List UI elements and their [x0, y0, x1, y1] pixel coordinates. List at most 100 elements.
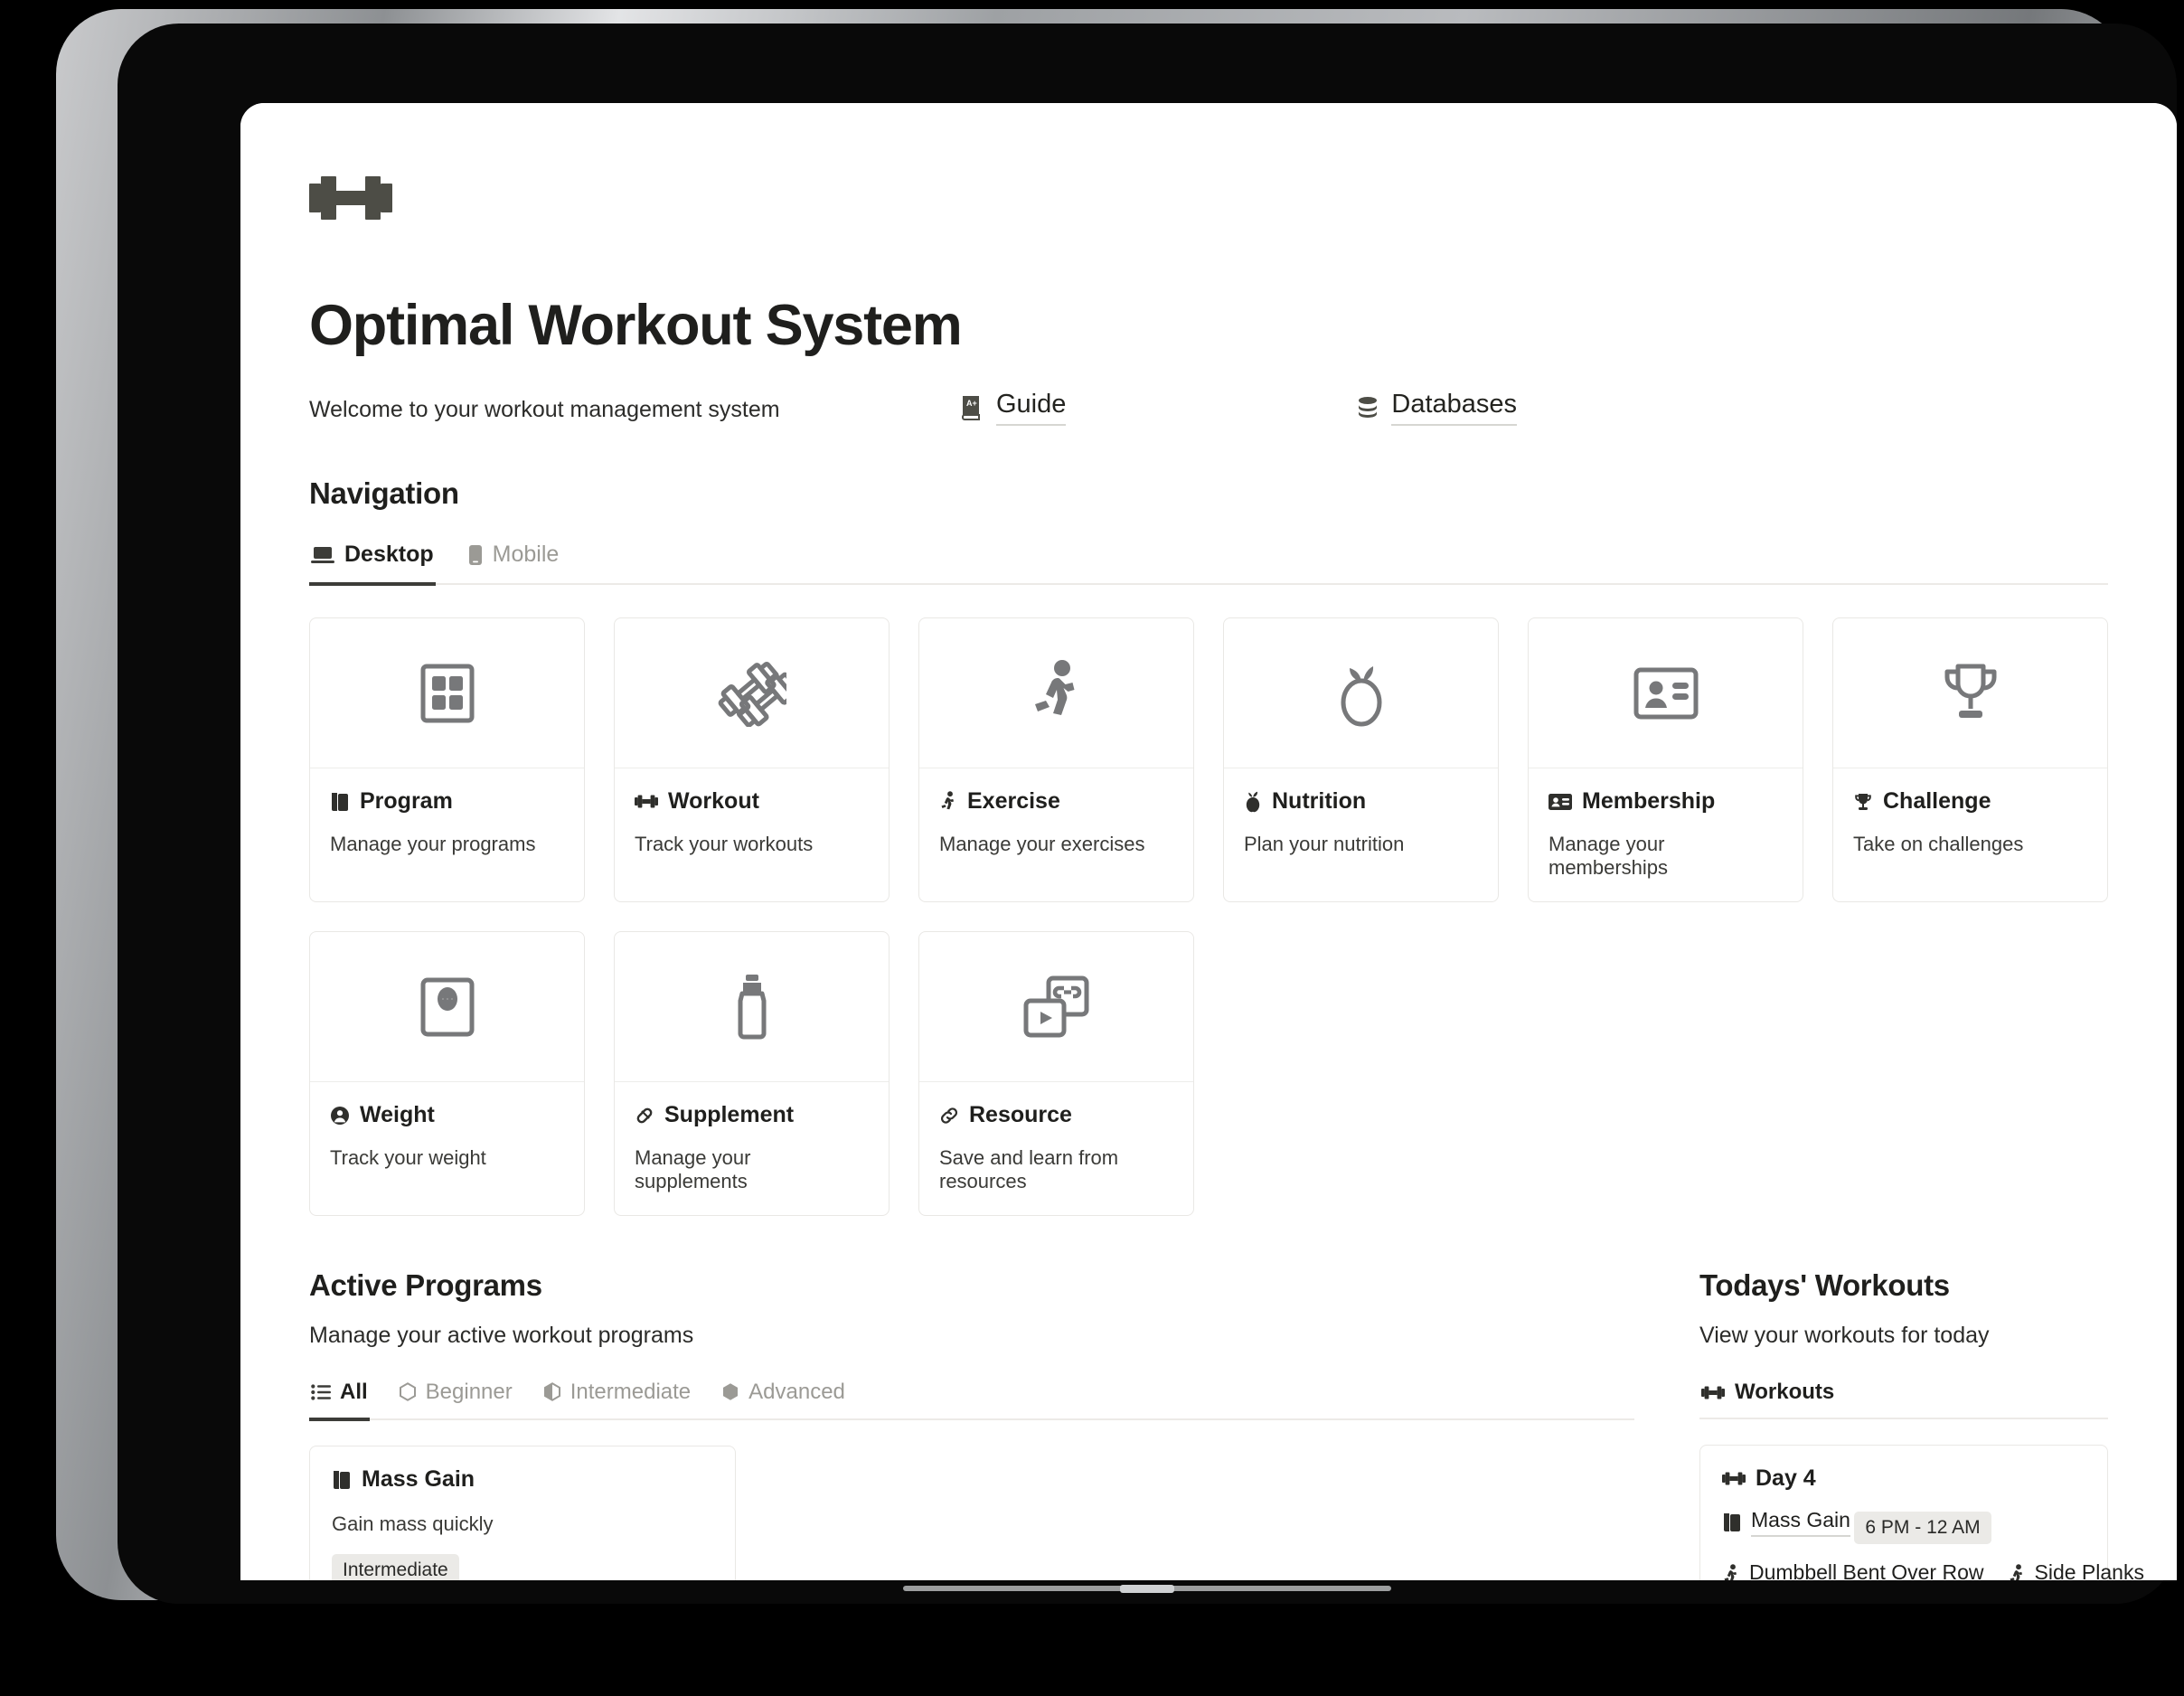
page-title: Optimal Workout System	[309, 294, 963, 357]
nav-card-weight-name-row: Weight	[330, 1102, 564, 1128]
workout-card-program-link[interactable]: Mass Gain	[1722, 1508, 1850, 1538]
active-programs-title: Active Programs	[309, 1268, 542, 1303]
navigation-card-grid: Program Manage your programs Workout Tra…	[309, 617, 2108, 1217]
guide-link[interactable]: A+ Guide	[960, 390, 1067, 427]
workout-card-program-label: Mass Gain	[1751, 1508, 1850, 1538]
workout-exercise-item[interactable]: Dumbbell Bent Over Row	[1722, 1560, 1984, 1580]
tab-mobile[interactable]: Mobile	[466, 534, 561, 586]
active-programs-subtitle: Manage your active workout programs	[309, 1323, 694, 1349]
nav-card-program-meta: Program Manage your programs	[310, 768, 584, 878]
trophy-icon	[1853, 792, 1873, 812]
workout-card-day-4[interactable]: Day 4 Mass Gain 6 PM - 12 AM Dumbbell Be…	[1699, 1445, 2144, 1580]
nav-card-program[interactable]: Program Manage your programs	[309, 617, 585, 903]
nav-card-weight-label: Weight	[360, 1102, 435, 1128]
nav-card-nutrition-label: Nutrition	[1272, 788, 1367, 815]
nav-card-weight[interactable]: Weight Track your weight	[309, 931, 585, 1217]
app-page: Optimal Workout System Welcome to your w…	[240, 103, 2177, 1580]
dumbbell-icon	[309, 148, 410, 248]
filter-tab-advanced-label: Advanced	[748, 1380, 845, 1405]
nav-card-membership-meta: Membership Manage your memberships	[1529, 768, 1803, 901]
header-subtitle-row: Welcome to your workout management syste…	[309, 390, 2108, 427]
database-icon	[1355, 395, 1380, 420]
nav-card-program-label: Program	[360, 788, 453, 815]
workout-exercise-item[interactable]: Side Planks	[2008, 1560, 2144, 1580]
runner-icon	[919, 618, 1193, 769]
guide-link-label: Guide	[996, 390, 1067, 427]
nav-card-nutrition-meta: Nutrition Plan your nutrition	[1224, 768, 1498, 878]
nav-card-exercise-name-row: Exercise	[939, 788, 1173, 815]
page-content: Optimal Workout System Welcome to your w…	[240, 103, 2177, 1580]
nav-card-workout[interactable]: Workout Track your workouts	[614, 617, 890, 903]
nav-card-membership-label: Membership	[1582, 788, 1716, 815]
pages-icon	[330, 791, 350, 813]
tablet-screen: Optimal Workout System Welcome to your w…	[240, 103, 2177, 1580]
nav-card-exercise[interactable]: Exercise Manage your exercises	[918, 617, 1194, 903]
nav-card-membership[interactable]: Membership Manage your memberships	[1528, 617, 1803, 903]
id-card-icon	[1529, 618, 1803, 769]
tablet-bezel: Optimal Workout System Welcome to your w…	[118, 24, 2177, 1604]
navigation-tabs: Desktop Mobile	[309, 534, 2108, 587]
navigation-section-title: Navigation	[309, 476, 459, 511]
active-programs-filter-tabs: All Beginner Intermediate Advanced	[309, 1374, 1634, 1422]
screenshot-stage: Optimal Workout System Welcome to your w…	[0, 0, 2184, 1696]
nav-card-exercise-label: Exercise	[967, 788, 1060, 815]
nav-card-supplement-name-row: Supplement	[635, 1102, 869, 1128]
nav-card-challenge-name-row: Challenge	[1853, 788, 2087, 815]
svg-text:A+: A+	[966, 399, 977, 408]
hexagon-full-icon	[721, 1382, 739, 1402]
databases-link[interactable]: Databases	[1355, 390, 1518, 427]
apple-icon	[1244, 791, 1262, 813]
runner-icon	[1722, 1564, 1740, 1580]
nav-card-exercise-desc: Manage your exercises	[939, 833, 1145, 856]
nav-card-resource-meta: Resource Save and learn from resources	[919, 1082, 1193, 1215]
todays-workouts-section: Todays' Workouts View your workouts for …	[1699, 1268, 2144, 1580]
nav-card-exercise-meta: Exercise Manage your exercises	[919, 768, 1193, 878]
filter-tab-beginner[interactable]: Beginner	[397, 1374, 514, 1421]
program-card-desc: Gain mass quickly	[332, 1512, 494, 1536]
program-card-mass-gain[interactable]: Mass Gain Gain mass quickly Intermediate…	[309, 1446, 736, 1580]
nav-card-program-name-row: Program	[330, 788, 564, 815]
nav-card-membership-desc: Manage your memberships	[1549, 833, 1669, 880]
hexagon-empty-icon	[399, 1382, 417, 1402]
todays-workouts-title: Todays' Workouts	[1699, 1268, 1950, 1303]
nav-card-program-desc: Manage your programs	[330, 833, 536, 856]
program-card-title-row: Mass Gain	[332, 1466, 713, 1493]
todays-workouts-tab[interactable]: Workouts	[1699, 1374, 2108, 1420]
nav-card-challenge[interactable]: Challenge Take on challenges	[1832, 617, 2108, 903]
book-a-plus-icon: A+	[960, 394, 985, 421]
tab-desktop[interactable]: Desktop	[309, 534, 436, 587]
nav-card-nutrition[interactable]: Nutrition Plan your nutrition	[1223, 617, 1499, 903]
program-card-level-badge: Intermediate	[332, 1554, 459, 1580]
laptop-icon	[311, 545, 334, 565]
workout-exercise-label: Dumbbell Bent Over Row	[1749, 1560, 1984, 1580]
workout-exercise-label: Side Planks	[2035, 1560, 2144, 1580]
link-icon	[939, 1106, 959, 1126]
person-circle-icon	[330, 1106, 350, 1126]
apple-outline-icon	[1224, 618, 1498, 769]
workout-card-title-row: Day 4	[1722, 1465, 2085, 1492]
nav-card-challenge-label: Challenge	[1883, 788, 1991, 815]
nav-card-resource[interactable]: Resource Save and learn from resources	[918, 931, 1194, 1217]
nav-card-supplement-meta: Supplement Manage your supplements	[615, 1082, 889, 1215]
id-card-icon	[1549, 793, 1572, 811]
nav-card-supplement[interactable]: Supplement Manage your supplements	[614, 931, 890, 1217]
dumbbell-icon	[635, 794, 658, 809]
nav-card-supplement-label: Supplement	[664, 1102, 795, 1128]
filter-tab-all[interactable]: All	[309, 1374, 370, 1422]
todays-workouts-tab-label: Workouts	[1735, 1380, 1835, 1405]
welcome-text: Welcome to your workout management syste…	[309, 397, 780, 423]
active-programs-section: Active Programs Manage your active worko…	[309, 1268, 1634, 1580]
databases-link-label: Databases	[1391, 390, 1518, 427]
filter-tab-intermediate[interactable]: Intermediate	[541, 1374, 692, 1421]
hexagon-half-icon	[543, 1382, 561, 1402]
nav-card-resource-label: Resource	[969, 1102, 1072, 1128]
filter-tab-advanced[interactable]: Advanced	[720, 1374, 847, 1421]
nav-card-workout-desc: Track your workouts	[635, 833, 814, 856]
filter-tab-all-label: All	[340, 1380, 368, 1405]
bottle-icon	[615, 932, 889, 1083]
dumbbell-icon	[1701, 1385, 1725, 1400]
trophy-icon	[1833, 618, 2107, 769]
program-card-title: Mass Gain	[362, 1466, 475, 1493]
workout-card-title: Day 4	[1756, 1465, 1816, 1492]
device-charging-port	[1120, 1585, 1174, 1593]
